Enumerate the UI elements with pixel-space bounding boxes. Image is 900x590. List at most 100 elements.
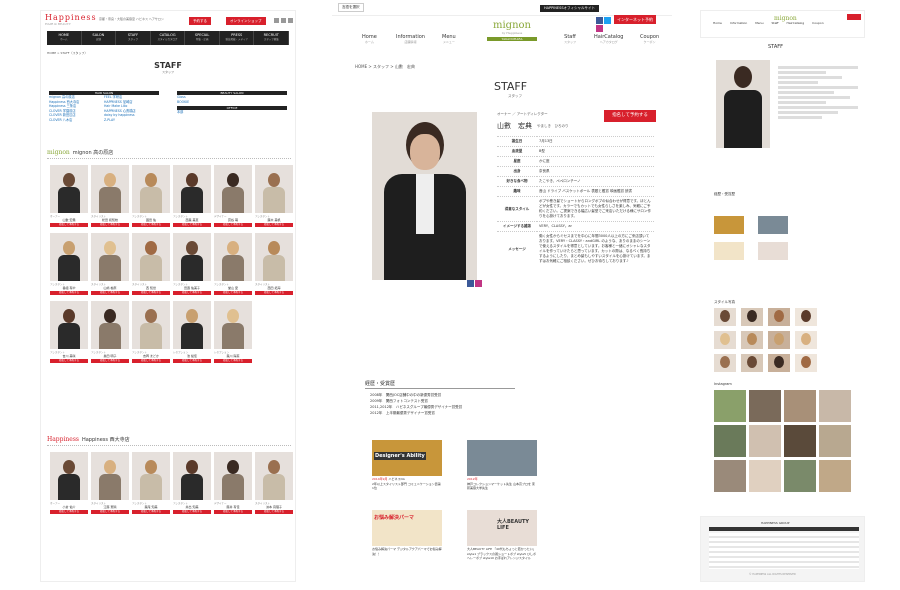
- mini-nav-item[interactable]: Menu: [755, 21, 763, 25]
- nav-salon[interactable]: SALON 店舗: [82, 31, 117, 45]
- staff-photo[interactable]: [91, 452, 129, 500]
- net-reserve-button[interactable]: インターネット予約: [614, 15, 656, 24]
- instagram-photo[interactable]: [819, 390, 851, 422]
- book-staff-button[interactable]: 指名して予約する: [50, 510, 88, 514]
- blog-thumbnail[interactable]: [758, 216, 788, 234]
- staff-photo[interactable]: [173, 301, 211, 349]
- staff-name[interactable]: 森尾 知美: [132, 505, 170, 509]
- staff-photo[interactable]: [214, 233, 252, 281]
- style-photo[interactable]: [741, 308, 763, 326]
- staff-photo[interactable]: [50, 165, 88, 213]
- staff-photo[interactable]: [214, 165, 252, 213]
- staff-name[interactable]: 西田 拓海: [255, 286, 293, 290]
- book-staff-button[interactable]: 指名して予約する: [255, 223, 293, 227]
- office-link-honbu[interactable]: 本部: [177, 110, 287, 115]
- nav-home[interactable]: Home ホーム: [362, 34, 377, 44]
- style-photo[interactable]: [714, 331, 736, 349]
- staff-name[interactable]: 山崎 柚奈: [91, 286, 129, 290]
- happiness-logo[interactable]: Happiness HAIR & BEAUTY: [45, 13, 97, 26]
- staff-name[interactable]: 吉岡 まどか: [132, 354, 170, 358]
- style-photo[interactable]: [741, 354, 763, 372]
- blog-thumbnail[interactable]: [714, 216, 744, 234]
- book-staff-button[interactable]: 指名して予約する: [132, 223, 170, 227]
- staff-name[interactable]: 江藤 瑠璃: [91, 505, 129, 509]
- book-staff-button[interactable]: 指名して予約する: [91, 223, 129, 227]
- mini-nav-item[interactable]: Home: [713, 21, 722, 25]
- instagram-icon[interactable]: [288, 18, 293, 23]
- salon-link[interactable]: CLOVER 八木店: [49, 118, 104, 123]
- book-staff-button[interactable]: 指名して予約する: [173, 510, 211, 514]
- staff-photo[interactable]: [214, 301, 252, 349]
- online-shop-button[interactable]: オンラインショップ: [226, 17, 266, 25]
- salon-link-bookie[interactable]: BOOKIE: [177, 100, 287, 105]
- staff-name[interactable]: 西 知世: [132, 286, 170, 290]
- style-photo[interactable]: [795, 354, 817, 372]
- staff-photo[interactable]: [132, 452, 170, 500]
- instagram-icon[interactable]: [596, 25, 603, 32]
- staff-photo[interactable]: [50, 301, 88, 349]
- staff-photo[interactable]: [214, 452, 252, 500]
- facebook-icon[interactable]: [467, 280, 474, 287]
- style-photo[interactable]: [741, 331, 763, 349]
- staff-photo[interactable]: [173, 165, 211, 213]
- salon-link[interactable]: Z-PLAY: [104, 118, 159, 123]
- facebook-icon[interactable]: [596, 17, 603, 24]
- nav-staff[interactable]: STAFF スタッフ: [116, 31, 151, 45]
- book-staff-button[interactable]: 指名して予約する: [91, 291, 129, 295]
- net-reserve-button[interactable]: [847, 14, 861, 20]
- official-site-link[interactable]: HAPPINESSオフィシャルサイト: [540, 5, 599, 12]
- book-staff-button[interactable]: 指名して予約する: [91, 359, 129, 363]
- instagram-photo[interactable]: [819, 425, 851, 457]
- staff-name[interactable]: 西森 美恵: [173, 218, 211, 222]
- staff-name[interactable]: 蒼谷 萌: [214, 218, 252, 222]
- staff-photo[interactable]: [91, 233, 129, 281]
- staff-name[interactable]: 田邉 佑美子: [173, 286, 211, 290]
- nav-information[interactable]: Information 店舗情報: [396, 34, 425, 44]
- book-staff-button[interactable]: 指名して予約する: [132, 291, 170, 295]
- book-staff-button[interactable]: 指名して予約する: [50, 291, 88, 295]
- instagram-photo[interactable]: [819, 460, 851, 492]
- style-photo[interactable]: [768, 354, 790, 372]
- staff-name[interactable]: 井出 知美: [173, 505, 211, 509]
- reserve-button[interactable]: 予約する: [189, 17, 211, 25]
- staff-name[interactable]: 小倉 佑介: [50, 505, 88, 509]
- book-staff-button[interactable]: 指名して予約する: [255, 510, 293, 514]
- staff-photo[interactable]: [50, 233, 88, 281]
- instagram-photo[interactable]: [784, 425, 816, 457]
- mini-nav-item[interactable]: Information: [730, 21, 747, 25]
- facebook-icon[interactable]: [281, 18, 286, 23]
- style-photo[interactable]: [768, 331, 790, 349]
- staff-photo[interactable]: [91, 165, 129, 213]
- book-staff-button[interactable]: 指名して予約する: [50, 359, 88, 363]
- staff-name[interactable]: 蘇木 美帆: [255, 218, 293, 222]
- style-photo[interactable]: [714, 354, 736, 372]
- instagram-photo[interactable]: [749, 425, 781, 457]
- staff-name[interactable]: 森川 陽菜: [214, 354, 252, 358]
- nav-recruit[interactable]: RECRUIT スタッフ募集: [254, 31, 290, 45]
- mini-nav-item[interactable]: Coupon: [812, 21, 823, 25]
- instagram-photo[interactable]: [714, 425, 746, 457]
- staff-photo[interactable]: [132, 233, 170, 281]
- style-photo[interactable]: [714, 308, 736, 326]
- staff-name[interactable]: 藤井 有佳: [214, 505, 252, 509]
- blog-card[interactable]: 2012年 神戸コレクションマーケット先生 山本高プロを 東邦美容大学先生: [467, 440, 537, 491]
- staff-photo[interactable]: [50, 452, 88, 500]
- instagram-photo[interactable]: [784, 390, 816, 422]
- book-staff-button[interactable]: 指名して予約する: [255, 291, 293, 295]
- nav-catalog[interactable]: CATALOG スタイルカタログ: [151, 31, 186, 45]
- staff-name[interactable]: 松田 和知枝: [91, 218, 129, 222]
- instagram-photo[interactable]: [784, 460, 816, 492]
- book-staff-button[interactable]: 指名して予約する: [173, 359, 211, 363]
- staff-name[interactable]: 園田 佑: [132, 218, 170, 222]
- staff-photo[interactable]: [255, 452, 293, 500]
- instagram-photo[interactable]: [749, 390, 781, 422]
- style-photo[interactable]: [768, 308, 790, 326]
- instagram-photo[interactable]: [749, 460, 781, 492]
- mignon-logo[interactable]: mignon by Happiness TAKANOHARA: [487, 20, 537, 41]
- staff-photo[interactable]: [173, 452, 211, 500]
- nav-home[interactable]: HOME ホーム: [47, 31, 82, 45]
- breadcrumb[interactable]: HOME > スタッフ > 山數 宏典: [355, 64, 415, 70]
- book-staff-button[interactable]: 指名して予約する: [132, 359, 170, 363]
- staff-name[interactable]: 山數 宏典: [50, 218, 88, 222]
- blog-thumbnail[interactable]: [758, 242, 788, 260]
